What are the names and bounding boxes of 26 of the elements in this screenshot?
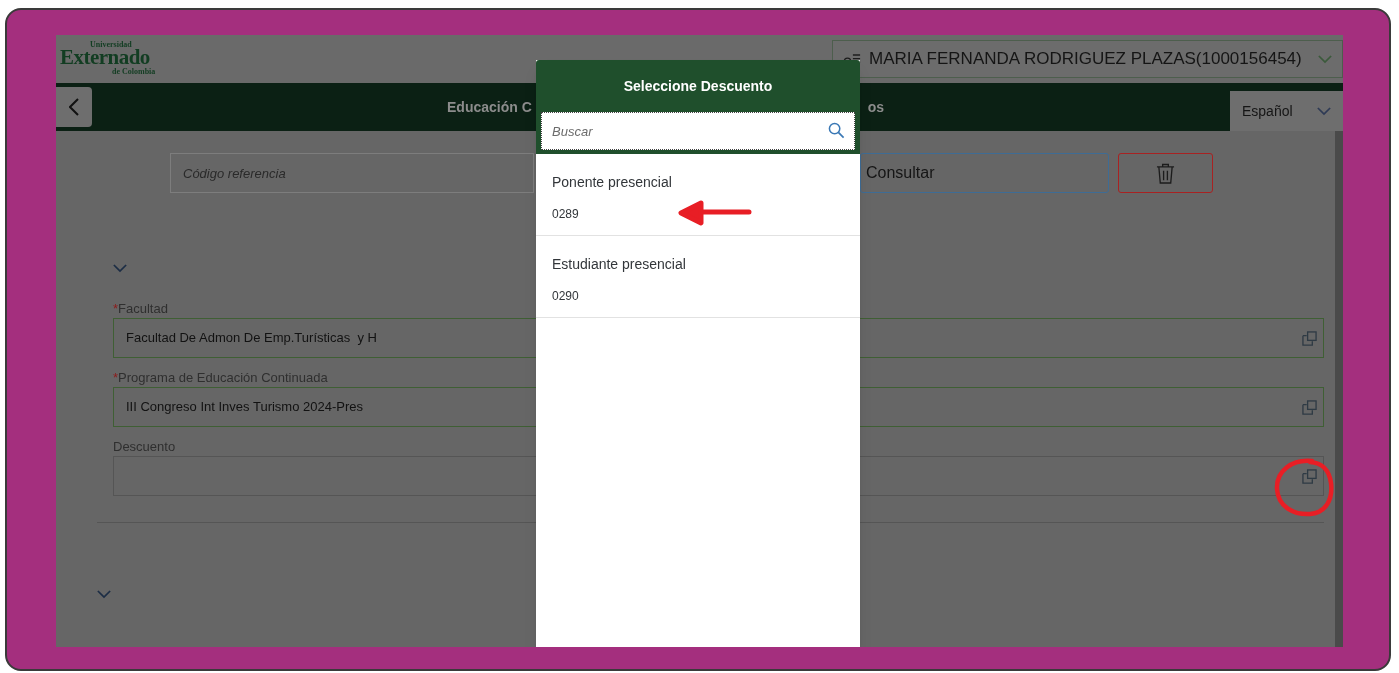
logo-text: Externado (60, 47, 150, 68)
search-field[interactable]: Buscar (541, 112, 855, 150)
expand-chevron-icon[interactable] (97, 590, 111, 599)
language-dropdown[interactable]: Español (1230, 91, 1343, 131)
page-title: Educación C (447, 97, 532, 117)
search-icon (828, 122, 845, 139)
chevron-down-icon (1318, 54, 1332, 64)
circle-annotation (1272, 457, 1336, 519)
delete-button[interactable] (1118, 153, 1213, 193)
chevron-down-icon (1317, 106, 1331, 116)
list-item[interactable]: Estudiante presencial 0290 (536, 236, 860, 318)
value-help-icon[interactable] (1302, 330, 1317, 346)
field-label: *Facultad (113, 300, 169, 317)
scrollbar[interactable] (1335, 131, 1343, 647)
trash-icon (1156, 162, 1175, 184)
dialog-title: Seleccione Descuento (623, 77, 773, 96)
consult-button[interactable]: Consultar (860, 153, 1109, 193)
value-help-icon[interactable] (1302, 468, 1317, 484)
reference-field[interactable]: Código referencia (170, 153, 534, 193)
logo-text: Universidad (90, 41, 133, 49)
back-button[interactable] (56, 87, 92, 127)
expand-chevron-icon[interactable] (113, 264, 127, 273)
logo-text: de Colombia (112, 68, 156, 76)
value-help-icon[interactable] (1302, 399, 1317, 415)
page-title: os (867, 97, 885, 117)
user-dropdown[interactable]: MARIA FERNANDA RODRIGUEZ PLAZAS(1000156454) (832, 40, 1343, 78)
